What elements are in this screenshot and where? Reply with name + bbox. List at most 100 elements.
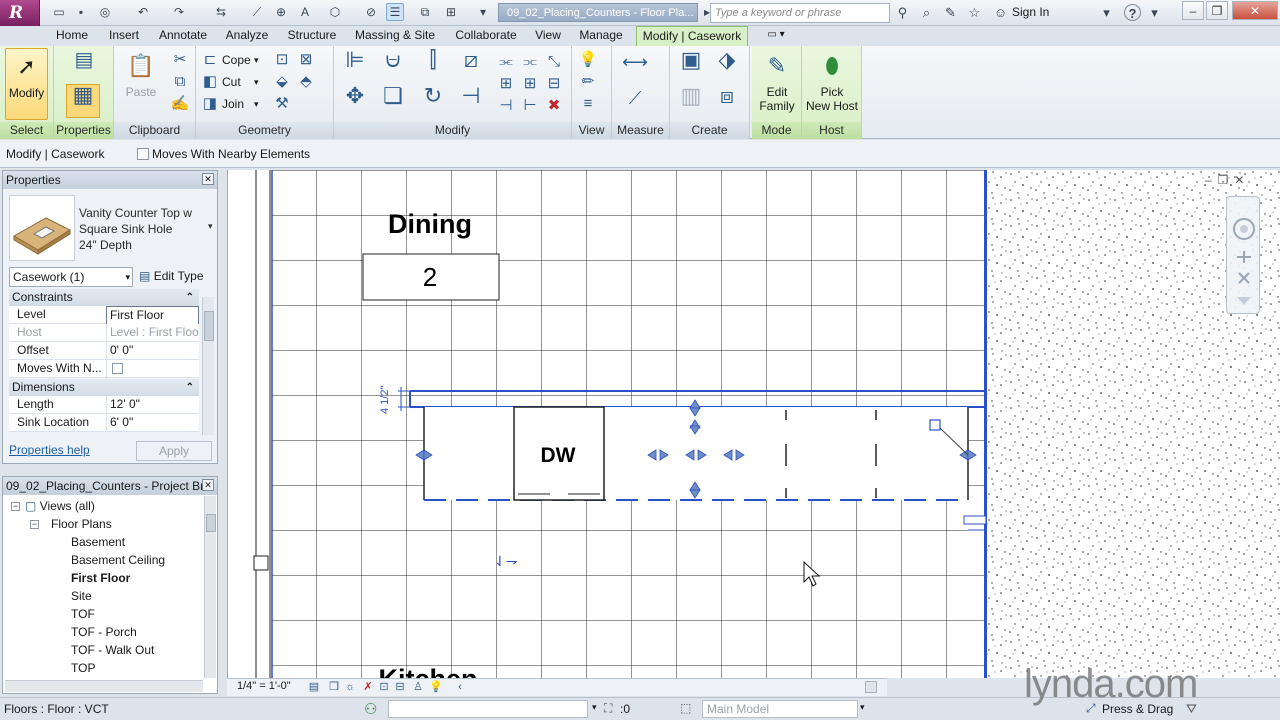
drawing-area[interactable]: Dining 2 DW 4 1/2" ⇃⇁: [227, 170, 1280, 678]
properties-close-icon[interactable]: ✕: [202, 173, 214, 185]
worksets-icon[interactable]: ⚇: [364, 700, 377, 718]
search-results-icon[interactable]: ⌕: [918, 4, 935, 21]
communication-center-icon[interactable]: ✎: [942, 4, 959, 21]
close-hidden-windows-icon[interactable]: ⧉: [416, 3, 434, 21]
save-icon[interactable]: ▪: [72, 3, 90, 21]
horizontal-scroll-thumb[interactable]: [865, 681, 877, 693]
property-level[interactable]: Level First Floor: [9, 306, 199, 325]
cope-icon[interactable]: ⊏: [200, 50, 220, 70]
text-icon[interactable]: A: [296, 3, 314, 21]
aligned-dimension-icon[interactable]: ⟋: [248, 3, 266, 21]
tag-icon[interactable]: ⊕: [272, 3, 290, 21]
open-icon[interactable]: ▭: [50, 3, 68, 21]
tab-collaborate[interactable]: Collaborate: [450, 26, 522, 46]
cut-geometry-icon[interactable]: ◧: [200, 72, 220, 92]
design-option-icon[interactable]: ⬚: [680, 701, 691, 715]
tree-item[interactable]: Basement: [71, 533, 125, 551]
view-scale[interactable]: 1/4" = 1'-0": [237, 680, 291, 692]
cut-geometry-button[interactable]: Cut: [222, 73, 241, 91]
customize-toolbar-icon[interactable]: ▾: [474, 3, 492, 21]
property-offset[interactable]: Offset 0' 0": [9, 342, 199, 360]
join-icon[interactable]: ◨: [200, 94, 220, 114]
project-browser-close-icon[interactable]: ✕: [202, 479, 214, 491]
copy-icon[interactable]: ⧉: [170, 72, 190, 92]
trim-single-icon[interactable]: ⊢: [520, 96, 540, 116]
modify-button[interactable]: ➚ Modify: [5, 48, 48, 120]
property-length-value[interactable]: 12' 0": [106, 396, 199, 413]
mirror-pick-axis-icon[interactable]: ⫿: [418, 49, 448, 80]
join-button[interactable]: Join: [222, 95, 244, 113]
type-name[interactable]: Vanity Counter Top w Square Sink Hole 24…: [79, 205, 199, 253]
detail-level-icon[interactable]: ▤: [307, 680, 321, 694]
instance-filter-select[interactable]: Casework (1) ▾: [9, 267, 133, 287]
join-dropdown-icon[interactable]: ▾: [254, 95, 259, 113]
cope-button[interactable]: Cope: [222, 51, 251, 69]
collapse-views-icon[interactable]: −: [11, 502, 20, 511]
wall-joins-icon[interactable]: ⊡: [272, 50, 292, 70]
mirror-draw-axis-icon[interactable]: ⧄: [456, 49, 486, 80]
application-menu-button[interactable]: R: [0, 0, 40, 26]
tree-floor-plans[interactable]: Floor Plans: [51, 515, 112, 533]
tab-manage[interactable]: Manage: [576, 26, 626, 46]
close-icon[interactable]: ✕: [1232, 1, 1278, 20]
override-graphics-icon[interactable]: ✏: [578, 72, 598, 92]
measure-between-icon[interactable]: ⟷: [620, 52, 650, 76]
group-dimensions[interactable]: Dimensions ⌃: [9, 379, 199, 396]
tab-view[interactable]: View: [532, 26, 564, 46]
binoculars-icon[interactable]: ⚲: [894, 4, 911, 21]
sync-icon[interactable]: ◎: [96, 3, 114, 21]
navigation-wheel-icon[interactable]: [1227, 197, 1261, 315]
match-type-icon[interactable]: ✍: [170, 94, 190, 114]
collapse-floor-plans-icon[interactable]: −: [30, 520, 39, 529]
create-assembly-icon[interactable]: ▣: [676, 49, 706, 80]
measure-icon[interactable]: ⇆: [212, 3, 230, 21]
create-similar-icon[interactable]: ⧈: [712, 85, 742, 116]
edit-type-button[interactable]: ▤ Edit Type: [139, 267, 215, 287]
property-moves-with-nearby[interactable]: Moves With N...: [9, 360, 199, 379]
aligned-dimension-tool-icon[interactable]: ⟋: [620, 88, 650, 112]
sign-in-dropdown-icon[interactable]: ▾: [1098, 4, 1115, 21]
split-gap-icon[interactable]: ⫗: [520, 52, 540, 72]
tab-annotate[interactable]: Annotate: [154, 26, 212, 46]
active-workset-field[interactable]: [388, 700, 588, 718]
array-icon[interactable]: ⊞: [496, 74, 516, 94]
design-options-icon[interactable]: ⛶: [604, 701, 612, 716]
cut-icon[interactable]: ✂: [170, 50, 190, 70]
redo-icon[interactable]: ↷: [170, 3, 188, 21]
split-element-icon[interactable]: ⫘: [496, 52, 516, 72]
linework-icon[interactable]: ≡: [578, 94, 598, 114]
tab-analyze[interactable]: Analyze: [222, 26, 272, 46]
group-constraints[interactable]: Constraints ⌃: [9, 289, 199, 306]
edit-family-button[interactable]: ✎ Edit Family: [756, 48, 798, 120]
tab-modify-casework[interactable]: Modify | Casework: [636, 26, 748, 46]
design-option-dropdown-icon[interactable]: ▾: [860, 702, 865, 713]
navigation-bar[interactable]: [1226, 196, 1260, 314]
delete-icon[interactable]: ✖: [544, 96, 564, 116]
room-name-dining[interactable]: Dining: [388, 209, 472, 239]
properties-icon[interactable]: ▦: [66, 84, 100, 118]
tree-item[interactable]: TOF - Porch: [71, 623, 137, 641]
sign-in-link[interactable]: Sign In: [1012, 5, 1049, 19]
trim-extend-icon[interactable]: ⊣: [456, 85, 486, 116]
dimension-value[interactable]: 4 1/2": [379, 386, 391, 414]
remove-paint-icon[interactable]: ⬘: [296, 72, 316, 92]
create-parts-icon[interactable]: ⬗: [712, 49, 742, 80]
tree-item[interactable]: Site: [71, 587, 92, 605]
favorites-icon[interactable]: ☆: [966, 4, 983, 21]
ribbon-minimize-icon[interactable]: ▭ ▾: [754, 26, 798, 46]
browser-scroll-thumb[interactable]: [206, 514, 216, 532]
browser-horizontal-scrollbar[interactable]: [5, 680, 203, 692]
room-name-kitchen[interactable]: Kitchen: [378, 664, 477, 678]
tab-home[interactable]: Home: [52, 26, 92, 46]
browser-scrollbar[interactable]: [204, 496, 216, 678]
paste-button[interactable]: 📋 Paste: [120, 48, 162, 120]
tab-structure[interactable]: Structure: [284, 26, 340, 46]
analytical-model-icon[interactable]: ‹: [453, 680, 467, 694]
help-dropdown-icon[interactable]: ▾: [1146, 4, 1163, 21]
unpin-icon[interactable]: ⊟: [544, 74, 564, 94]
type-selector-dropdown-icon[interactable]: ▾: [208, 221, 213, 232]
minimize-icon[interactable]: –: [1182, 1, 1204, 20]
trim-multiple-icon[interactable]: ⊣: [496, 96, 516, 116]
align-icon[interactable]: ⊫: [340, 49, 370, 80]
property-offset-value[interactable]: 0' 0": [106, 342, 199, 359]
